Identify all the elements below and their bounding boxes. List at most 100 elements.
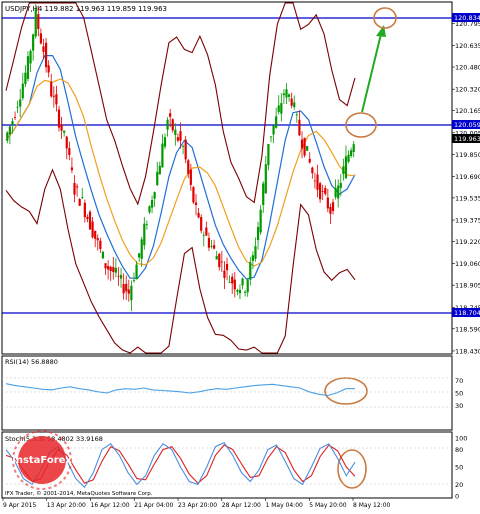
candle-body <box>153 192 156 199</box>
price-axis: 120.795120.635120.480120.320120.165120.0… <box>452 20 480 355</box>
candle-body <box>262 183 265 206</box>
chart-canvas[interactable]: USDJPY,H4 119.882 119.963 119.859 119.96… <box>0 0 480 510</box>
candle-body <box>295 114 298 116</box>
candle-body <box>280 103 283 114</box>
candle-body <box>275 116 278 128</box>
candle-body <box>101 251 105 259</box>
price-tick: 120.165 <box>455 107 480 115</box>
price-tick: 120.635 <box>455 42 480 50</box>
lower-level-label: 118.704 <box>454 309 480 317</box>
price-tick: 119.850 <box>455 151 480 159</box>
candle-body <box>161 143 164 168</box>
candle-body <box>94 230 97 239</box>
candle-body <box>277 105 280 112</box>
candle-body <box>6 132 9 141</box>
candle-body <box>37 14 40 29</box>
candle-body <box>264 164 267 194</box>
candle-body <box>34 9 37 37</box>
price-tick: 119.220 <box>455 238 480 246</box>
candle-body <box>26 56 30 79</box>
candle-body <box>233 279 236 290</box>
candle-body <box>285 89 288 98</box>
candle-body <box>63 130 66 133</box>
candle-body <box>19 99 22 107</box>
candle-body <box>112 267 115 273</box>
candle-body <box>251 255 254 261</box>
price-tick: 120.320 <box>455 86 480 94</box>
candle-body <box>39 33 42 44</box>
candle-body <box>143 223 146 246</box>
candle-body <box>16 106 19 108</box>
candle-body <box>86 216 89 220</box>
candle-body <box>210 246 213 248</box>
candle-body <box>73 182 76 195</box>
candle-body <box>259 209 262 233</box>
candle-body <box>256 226 260 241</box>
rsi-label: RSI(14) 56.8880 <box>5 358 58 366</box>
candle-body <box>50 82 53 97</box>
candle-body <box>81 197 84 199</box>
candle-body <box>207 237 211 248</box>
rsi-axis: 70 50 30 <box>455 377 463 410</box>
candle-body <box>205 227 208 236</box>
candle-body <box>8 126 11 135</box>
price-tick: 119.375 <box>455 217 480 225</box>
candle-body <box>91 221 94 238</box>
candle-body <box>220 261 223 263</box>
candle-body <box>174 129 177 135</box>
candle-body <box>68 148 71 156</box>
symbol-header: USDJPY,H4 119.882 119.963 119.859 119.96… <box>5 5 167 13</box>
candle-body <box>218 253 221 268</box>
candle-body <box>158 165 161 175</box>
candle-body <box>282 93 286 96</box>
candle-body <box>215 256 218 260</box>
price-tick: 118.430 <box>455 347 480 355</box>
price-tick: 118.905 <box>455 282 480 290</box>
candle-body <box>29 50 32 64</box>
time-tick: 9 Apr 2015 <box>3 502 36 509</box>
candle-body <box>119 274 123 279</box>
candle-body <box>269 136 273 138</box>
candle-body <box>60 124 63 131</box>
candle-body <box>138 253 141 258</box>
candle-body <box>298 119 301 136</box>
candle-body <box>287 94 291 97</box>
price-tick: 119.060 <box>455 260 480 268</box>
candle-body <box>241 278 244 286</box>
candle-body <box>166 119 169 130</box>
candle-body <box>267 144 270 166</box>
candle-body <box>181 145 185 147</box>
candle-body <box>96 238 99 241</box>
candle-body <box>249 262 252 280</box>
candle-body <box>104 263 107 269</box>
candle-body <box>169 113 172 117</box>
candle-body <box>107 266 110 270</box>
main-price-panel[interactable] <box>1 1 453 355</box>
candle-body <box>21 83 24 99</box>
candle-body <box>99 240 102 249</box>
candle-body <box>122 284 125 294</box>
candle-body <box>135 264 138 280</box>
candle-body <box>197 212 200 218</box>
price-tick: 119.690 <box>455 173 480 181</box>
candle-body <box>47 65 50 73</box>
candle-body <box>300 139 304 149</box>
candle-body <box>306 145 309 151</box>
candle-body <box>83 202 86 218</box>
candle-body <box>350 150 353 157</box>
time-tick: 23 Apr 20:00 <box>178 502 217 509</box>
candle-body <box>57 109 61 128</box>
time-axis: 9 Apr 2015 13 Apr 20:00 16 Apr 12:00 21 Apr… <box>2 498 391 509</box>
stoch-tick: 20 <box>455 481 463 489</box>
logo-brand: InstaForex <box>12 455 72 466</box>
candle-body <box>231 276 234 284</box>
candle-body <box>254 246 257 259</box>
candle-body <box>202 235 205 237</box>
candle-body <box>194 202 198 205</box>
trading-chart-window: USDJPY,H4 119.882 119.963 119.859 119.96… <box>0 0 480 510</box>
candle-body <box>313 180 317 182</box>
stoch-tick: 0 <box>455 493 459 501</box>
rsi-panel[interactable] <box>1 355 453 431</box>
candle-body <box>293 102 296 108</box>
candle-body <box>145 224 148 226</box>
